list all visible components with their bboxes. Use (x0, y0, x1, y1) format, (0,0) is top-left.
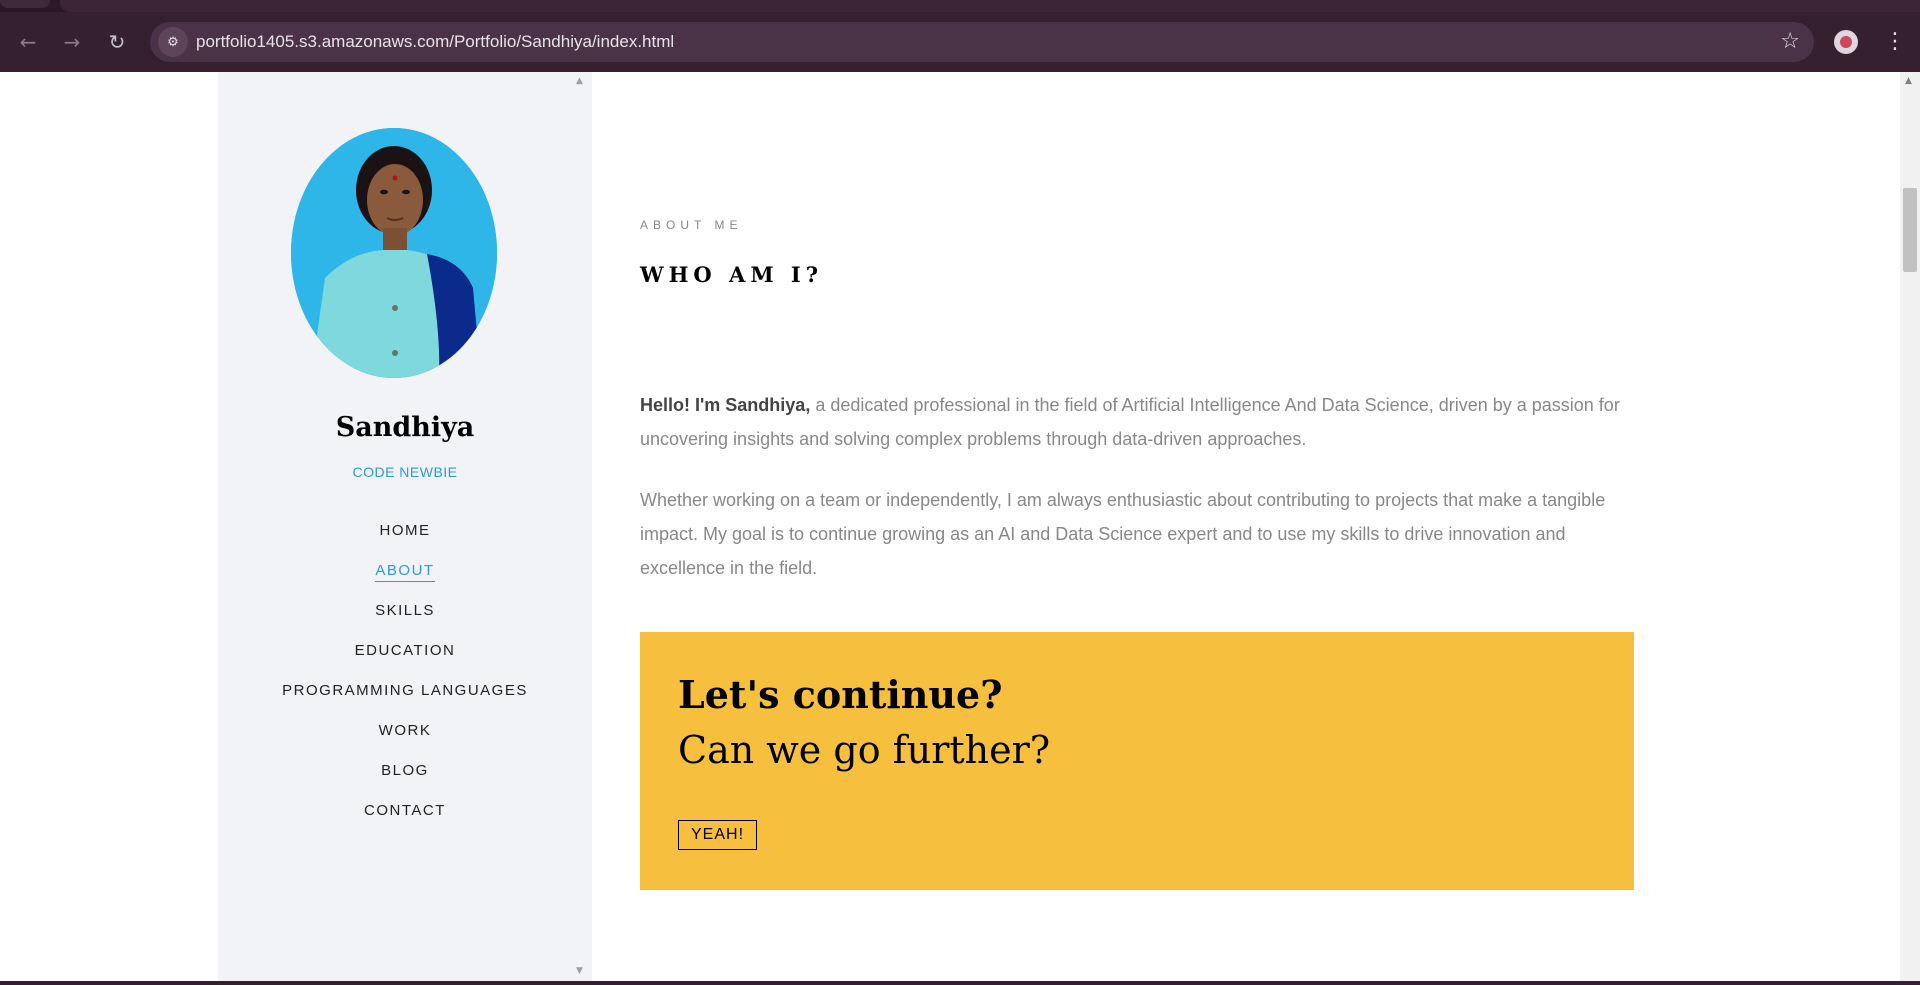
reload-button[interactable]: ↻ (101, 26, 133, 58)
nav-item-contact: CONTACT (218, 800, 592, 840)
section-eyebrow: ABOUT ME (640, 218, 743, 232)
window-bottom-edge (0, 981, 1920, 985)
goal-paragraph: Whether working on a team or independent… (640, 490, 1606, 578)
nav-link-education[interactable]: EDUCATION (355, 642, 456, 661)
profile-avatar[interactable] (1834, 30, 1858, 54)
tab-strip-background (60, 0, 1920, 12)
tune-icon: ⚙ (167, 34, 179, 50)
yeah-button[interactable]: YEAH! (678, 820, 758, 850)
nav-item-home: HOME (218, 520, 592, 560)
nav-item-skills: SKILLS (218, 600, 592, 640)
profile-photo (291, 128, 497, 378)
reload-icon: ↻ (108, 30, 126, 54)
url-text[interactable]: portfolio1405.s3.amazonaws.com/Portfolio… (196, 22, 674, 62)
cta-banner: Let's continue? Can we go further? YEAH! (640, 632, 1634, 890)
site-owner-name[interactable]: Sandhiya (218, 412, 592, 443)
nav-link-about[interactable]: ABOUT (375, 562, 435, 582)
nav-link-blog[interactable]: BLOG (381, 762, 429, 781)
portrait-illustration (291, 128, 497, 378)
nav-item-programming-languages: PROGRAMMING LANGUAGES (218, 680, 592, 720)
browser-menu-button[interactable]: ⋮ (1884, 26, 1906, 58)
url-path: /Portfolio/Sandhiya/index.html (449, 32, 675, 51)
url-host: portfolio1405.s3.amazonaws.com (196, 32, 450, 51)
nav-link-home[interactable]: HOME (380, 522, 431, 541)
sidebar: Sandhiya CODE NEWBIE HOME ABOUT SKILLS E… (218, 72, 592, 985)
nav-item-about: ABOUT (218, 560, 592, 600)
back-button[interactable]: ← (12, 26, 44, 58)
nav-link-work[interactable]: WORK (379, 722, 432, 741)
address-bar[interactable]: ⚙ portfolio1405.s3.amazonaws.com/Portfol… (150, 22, 1814, 62)
scroll-up-icon[interactable]: ▲ (1905, 76, 1912, 86)
intro-greeting: Hello! I'm Sandhiya, (640, 395, 811, 415)
nav-link-skills[interactable]: SKILLS (375, 602, 435, 621)
nav-link-programming-languages[interactable]: PROGRAMMING LANGUAGES (282, 682, 528, 701)
page-viewport: Sandhiya CODE NEWBIE HOME ABOUT SKILLS E… (0, 72, 1920, 985)
sidebar-nav: HOME ABOUT SKILLS EDUCATION PROGRAMMING … (218, 520, 592, 840)
sidebar-scroll-up-icon[interactable]: ▲ (576, 76, 583, 86)
tagline: CODE NEWBIE (352, 464, 458, 480)
intro-paragraph: Hello! I'm Sandhiya, a dedicated profess… (640, 388, 1634, 456)
site-info-button[interactable]: ⚙ (158, 27, 188, 57)
tab[interactable] (0, 0, 50, 8)
bookmark-button[interactable]: ☆ (1780, 28, 1800, 56)
scrollbar-thumb[interactable] (1903, 188, 1917, 272)
nav-link-contact[interactable]: CONTACT (364, 802, 446, 821)
arrow-left-icon: ← (19, 30, 37, 54)
cta-subtitle: Can we go further? (678, 728, 1051, 772)
sidebar-scroll-down-icon[interactable]: ▼ (576, 966, 583, 976)
kebab-icon: ⋮ (1884, 29, 1906, 54)
star-icon: ☆ (1780, 29, 1800, 54)
nav-item-blog: BLOG (218, 760, 592, 800)
forward-button[interactable]: → (56, 26, 88, 58)
browser-chrome: ← → ↻ ⚙ portfolio1405.s3.amazonaws.com/P… (0, 0, 1920, 72)
about-section: ABOUT ME WHO AM I? Hello! I'm Sandhiya, … (640, 72, 1640, 985)
tab-strip (0, 0, 1920, 12)
cta-title: Let's continue? (678, 672, 1003, 717)
section-heading: WHO AM I? (640, 262, 824, 287)
nav-item-education: EDUCATION (218, 640, 592, 680)
page-scrollbar[interactable]: ▲ (1900, 72, 1920, 985)
arrow-right-icon: → (63, 30, 81, 54)
nav-item-work: WORK (218, 720, 592, 760)
